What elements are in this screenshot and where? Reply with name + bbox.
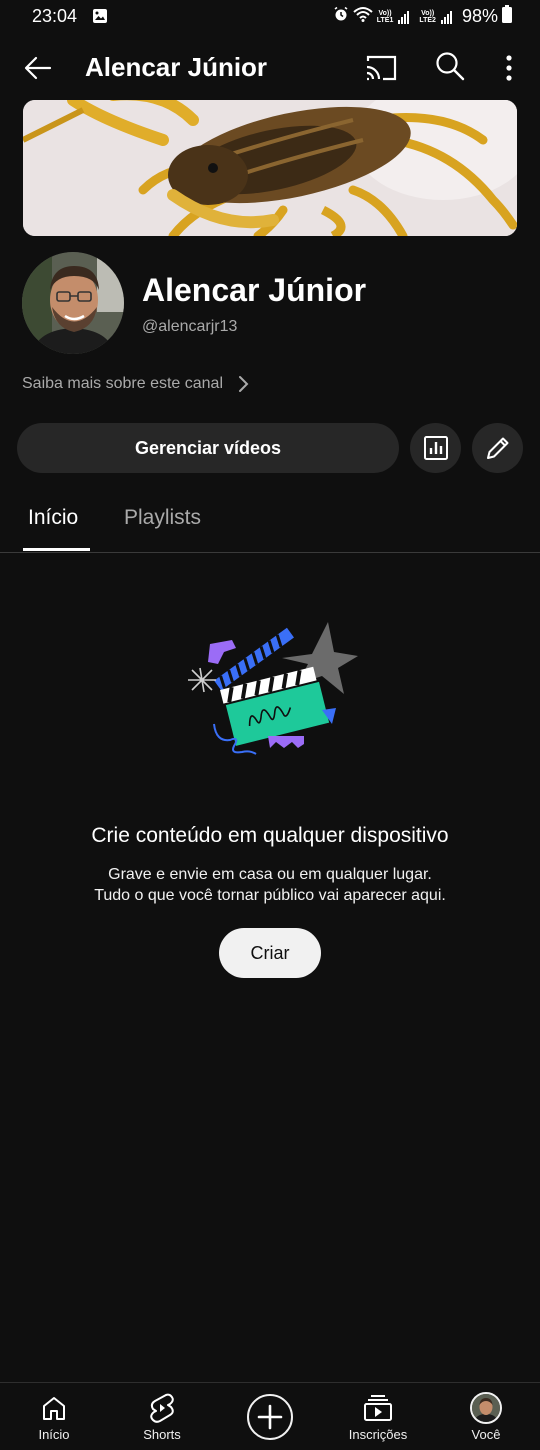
- cast-icon: [366, 55, 397, 81]
- nav-shorts-label: Shorts: [143, 1427, 181, 1442]
- channel-banner: [23, 100, 517, 236]
- empty-state-description-line1: Grave e envie em casa ou em qualquer lug…: [108, 866, 432, 883]
- wifi-icon: [353, 6, 373, 27]
- channel-handle: @alencarjr13: [142, 318, 238, 335]
- home-icon: [43, 1397, 65, 1420]
- manage-videos-button[interactable]: Gerenciar vídeos: [17, 423, 399, 473]
- pencil-icon: [486, 437, 508, 459]
- back-button[interactable]: [22, 52, 54, 84]
- chevron-right-icon: [239, 376, 249, 392]
- signal-sim2-icon: [440, 10, 452, 24]
- shorts-icon: [150, 1393, 174, 1423]
- channel-name: Alencar Júnior: [142, 272, 367, 308]
- edit-channel-button[interactable]: [472, 423, 523, 473]
- nav-create-button[interactable]: [247, 1394, 293, 1440]
- avatar-photo: [22, 252, 124, 354]
- nav-home-label: Início: [38, 1427, 70, 1442]
- battery-percent: 98%: [461, 6, 498, 26]
- nav-shorts[interactable]: Shorts: [117, 1383, 207, 1450]
- tab-inicio[interactable]: Início: [28, 506, 78, 530]
- volte-sim2-label: Vo)) LTE2: [419, 9, 436, 24]
- about-channel-label: Saiba mais sobre este canal: [22, 375, 223, 392]
- gallery-notification-icon: [92, 8, 108, 29]
- empty-state-description-line2: Tudo o que você tornar público vai apare…: [94, 887, 446, 904]
- tab-playlists[interactable]: Playlists: [124, 506, 201, 530]
- search-icon: [436, 52, 465, 81]
- empty-state-title: Crie conteúdo em qualquer dispositivo: [91, 824, 449, 847]
- about-channel-link[interactable]: Saiba mais sobre este canal: [22, 372, 249, 396]
- clapperboard-illustration: [180, 612, 365, 764]
- nav-subscriptions[interactable]: Inscrições: [333, 1383, 423, 1450]
- signal-sim1-icon: [398, 10, 410, 24]
- status-time: 23:04: [32, 6, 78, 26]
- page-title: Alencar Júnior: [85, 52, 268, 82]
- channel-avatar[interactable]: [22, 252, 124, 354]
- cast-button[interactable]: [364, 52, 398, 84]
- more-options-button[interactable]: [498, 52, 520, 84]
- subscriptions-icon: [364, 1395, 392, 1421]
- battery-icon: [502, 5, 512, 28]
- analytics-icon: [423, 436, 448, 460]
- you-avatar: [470, 1392, 502, 1424]
- nav-subscriptions-label: Inscrições: [348, 1427, 408, 1442]
- scorpion-banner-image: [23, 100, 517, 236]
- nav-you[interactable]: Você: [441, 1383, 531, 1450]
- create-button[interactable]: Criar: [219, 928, 321, 978]
- channel-tabs: Início Playlists: [0, 490, 540, 553]
- analytics-button[interactable]: [410, 423, 461, 473]
- empty-state-description: Grave e envie em casa ou em qualquer lug…: [0, 864, 540, 906]
- active-tab-indicator: [23, 548, 90, 551]
- search-button[interactable]: [434, 50, 466, 82]
- back-arrow-icon: [24, 56, 52, 80]
- bottom-navigation: Início Shorts Inscrições Você: [0, 1382, 540, 1450]
- nav-home[interactable]: Início: [9, 1383, 99, 1450]
- status-bar: 23:04 Vo)) LTE1 Vo)) LTE2 98%: [0, 0, 540, 34]
- more-vertical-icon: [506, 55, 512, 81]
- create-plus-icon: [257, 1404, 283, 1430]
- nav-you-label: Você: [471, 1427, 501, 1442]
- volte-sim1-label: Vo)) LTE1: [376, 9, 394, 24]
- alarm-icon: [333, 6, 349, 27]
- app-bar: Alencar Júnior: [0, 40, 540, 96]
